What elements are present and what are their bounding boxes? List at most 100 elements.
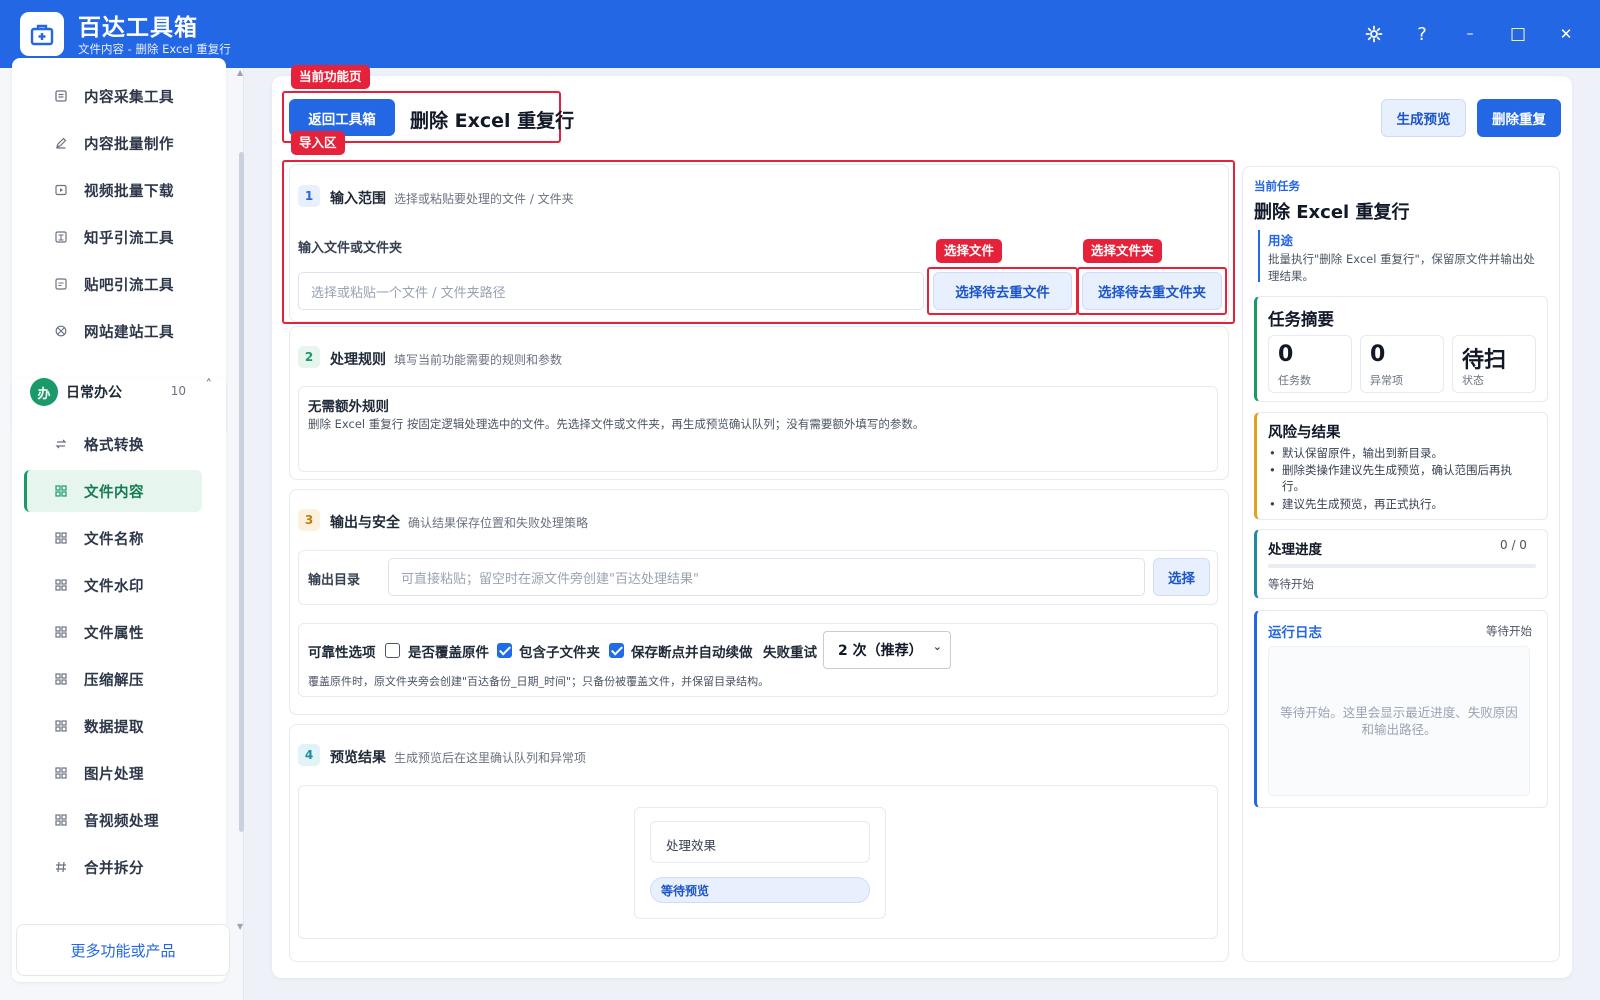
choose-output-button[interactable]: 选择 (1153, 558, 1210, 596)
scroll-down-icon[interactable]: ▼ (237, 922, 243, 931)
settings-button[interactable] (1358, 18, 1390, 50)
overwrite-note: 覆盖原件时，原文件夹旁会创建"百达备份_日期_时间"；只备份被覆盖文件，并保留目… (308, 675, 770, 688)
sidebar-item-label: 合并拆分 (84, 860, 144, 877)
sidebar: 内容采集工具 内容批量制作 视频批量下载 知乎引流工具 贴吧引流工具 网站建站工… (0, 58, 244, 1000)
tag-select-file: 选择文件 (936, 239, 1003, 263)
input-path-field[interactable]: 选择或粘贴一个文件 / 文件夹路径 (298, 272, 924, 310)
sidebar-item-file-watermark[interactable]: 文件水印 (24, 564, 202, 606)
sidebar-group-header[interactable]: 办 日常办公 10 ˄ (30, 376, 226, 408)
stat-label: 异常项 (1370, 374, 1403, 387)
sidebar-scrollbar[interactable] (239, 152, 244, 832)
select-folder-button[interactable]: 选择待去重文件夹 (1082, 272, 1222, 310)
tag-current-page: 当前功能页 (291, 65, 370, 89)
help-button[interactable]: ? (1406, 18, 1438, 50)
input-field-label: 输入文件或文件夹 (298, 241, 403, 256)
preview-effect-label: 处理效果 (666, 838, 717, 853)
subfolders-checkbox[interactable] (497, 643, 512, 658)
close-button[interactable]: ✕ (1550, 18, 1582, 50)
progress-track (1268, 564, 1536, 568)
sidebar-item-label: 视频批量下载 (84, 183, 174, 200)
overwrite-checkbox[interactable] (385, 643, 400, 658)
sidebar-item-label: 文件内容 (84, 484, 144, 501)
stat-error-count: 0 异常项 (1360, 335, 1444, 393)
grid-icon (54, 719, 68, 733)
app-subtitle: 文件内容 - 删除 Excel 重复行 (78, 42, 231, 56)
sidebar-item-content-batch[interactable]: 内容批量制作 (24, 122, 202, 164)
risk-item: 删除类操作建议先生成预览，确认范围后再执行。 (1269, 462, 1534, 494)
section-description: 选择或粘贴要处理的文件 / 文件夹 (394, 192, 574, 206)
sidebar-item-label: 知乎引流工具 (84, 230, 174, 247)
reliability-label: 可靠性选项 (308, 645, 376, 661)
more-products-button[interactable]: 更多功能或产品 (16, 924, 230, 976)
output-dir-label: 输出目录 (308, 573, 361, 588)
resume-label: 保存断点并自动续做 (631, 645, 753, 661)
tag-select-folder: 选择文件夹 (1083, 239, 1162, 263)
task-kicker: 当前任务 (1254, 179, 1300, 193)
sidebar-item-label: 格式转换 (84, 437, 144, 454)
sidebar-item-tieba[interactable]: 贴吧引流工具 (24, 263, 202, 305)
risk-item: 建议先生成预览，再正式执行。 (1269, 496, 1534, 512)
preview-status-pill: 等待预览 (650, 877, 870, 903)
select-file-button[interactable]: 选择待去重文件 (933, 272, 1072, 310)
grid-icon (54, 531, 68, 545)
stat-value: 0 (1278, 342, 1294, 367)
sidebar-item-website[interactable]: 网站建站工具 (24, 310, 202, 352)
grid-icon (54, 813, 68, 827)
sidebar-item-label: 内容采集工具 (84, 89, 174, 106)
maximize-button[interactable]: □ (1502, 18, 1534, 50)
sidebar-item-file-content[interactable]: 文件内容 (24, 470, 202, 512)
sidebar-item-file-attributes[interactable]: 文件属性 (24, 611, 202, 653)
chevron-down-icon: ⌄ (932, 640, 942, 653)
sidebar-item-zhihu[interactable]: 知乎引流工具 (24, 216, 202, 258)
gear-icon (1365, 25, 1383, 43)
section-title: 处理规则 (330, 352, 386, 368)
chevron-up-icon[interactable]: ˄ (206, 378, 213, 393)
sidebar-item-av[interactable]: 音视频处理 (24, 799, 202, 841)
section-number: 1 (298, 185, 320, 207)
summary-title: 任务摘要 (1268, 310, 1334, 329)
sidebar-item-merge-split[interactable]: 合并拆分 (24, 846, 202, 888)
overwrite-label: 是否覆盖原件 (408, 645, 489, 661)
stat-task-count: 0 任务数 (1268, 335, 1352, 393)
sidebar-item-label: 图片处理 (84, 766, 144, 783)
section-title: 输入范围 (330, 191, 386, 207)
sidebar-item-content-collect[interactable]: 内容采集工具 (24, 75, 202, 117)
stat-label: 任务数 (1278, 374, 1311, 387)
scroll-up-icon[interactable]: ▲ (237, 68, 243, 77)
resume-checkbox[interactable] (609, 643, 624, 658)
sidebar-item-image[interactable]: 图片处理 (24, 752, 202, 794)
stat-status: 待扫 状态 (1452, 335, 1536, 393)
sidebar-item-format-convert[interactable]: 格式转换 (24, 423, 202, 465)
sidebar-item-data-extract[interactable]: 数据提取 (24, 705, 202, 747)
purpose-title: 用途 (1268, 233, 1294, 248)
page-title: 删除 Excel 重复行 (410, 110, 575, 132)
grid-icon (54, 578, 68, 592)
sidebar-item-label: 压缩解压 (84, 672, 144, 689)
stat-value: 待扫 (1462, 348, 1507, 373)
sidebar-item-label: 内容批量制作 (84, 136, 174, 153)
group-title: 日常办公 (66, 385, 122, 401)
collect-icon (54, 89, 68, 103)
minimize-button[interactable]: – (1454, 18, 1486, 50)
app-logo (20, 12, 64, 56)
section-title: 预览结果 (330, 750, 386, 766)
sidebar-item-compress[interactable]: 压缩解压 (24, 658, 202, 700)
sidebar-item-video-download[interactable]: 视频批量下载 (24, 169, 202, 211)
delete-duplicates-button[interactable]: 删除重复 (1477, 99, 1561, 137)
group-badge: 办 (30, 378, 58, 406)
sidebar-item-file-name[interactable]: 文件名称 (24, 517, 202, 559)
sidebar-item-label: 文件水印 (84, 578, 144, 595)
section-number: 3 (298, 509, 320, 531)
progress-count: 0 / 0 (1500, 538, 1527, 552)
sidebar-item-label: 数据提取 (84, 719, 144, 736)
toolbox-icon (30, 24, 54, 46)
section-description: 生成预览后在这里确认队列和异常项 (394, 751, 587, 765)
retry-select[interactable]: 2 次（推荐） ⌄ (823, 631, 951, 669)
generate-preview-button[interactable]: 生成预览 (1381, 99, 1466, 137)
section-description: 填写当前功能需要的规则和参数 (394, 353, 563, 367)
risk-title: 风险与结果 (1268, 425, 1341, 441)
grid-icon (54, 625, 68, 639)
sidebar-item-label: 网站建站工具 (84, 324, 174, 341)
sidebar-item-label: 文件名称 (84, 531, 144, 548)
output-dir-field[interactable]: 可直接粘贴；留空时在源文件旁创建"百达处理结果" (388, 558, 1145, 596)
